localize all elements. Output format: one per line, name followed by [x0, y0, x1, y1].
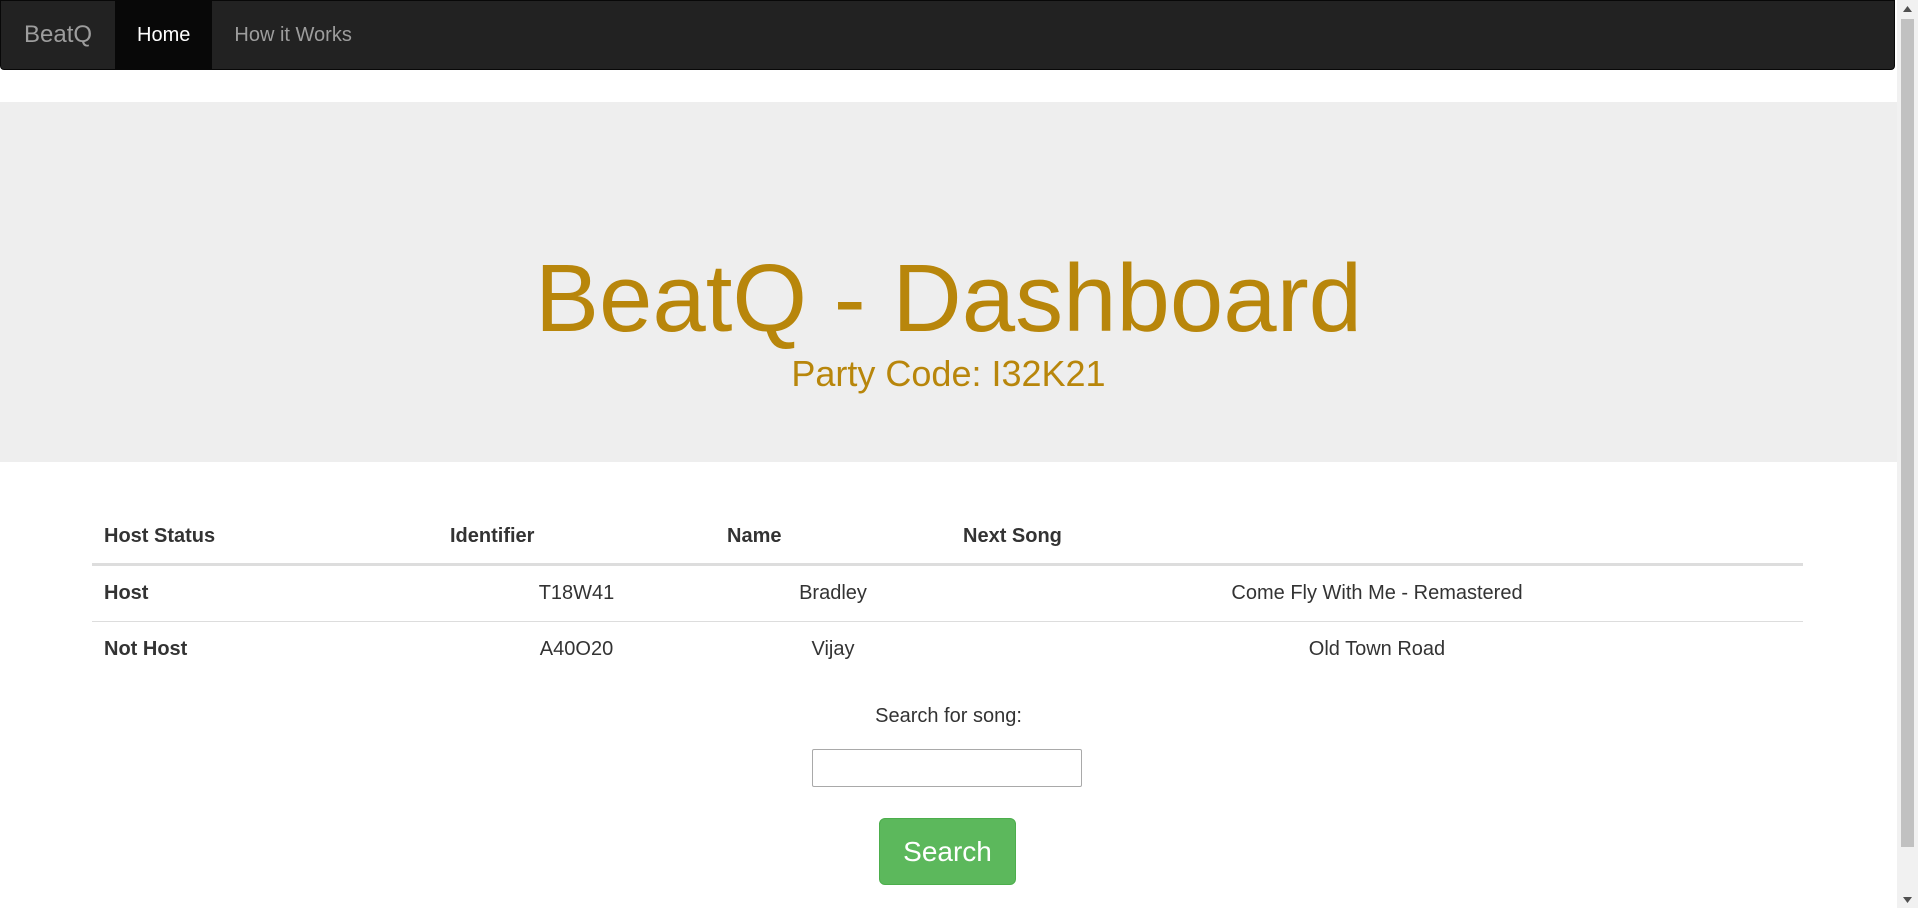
name-cell: Bradley: [715, 564, 951, 622]
host-status-cell: Not Host: [104, 638, 188, 660]
triangle-down-icon[interactable]: [1897, 891, 1918, 908]
column-header-name: Name: [715, 510, 951, 566]
column-header-next-song: Next Song: [951, 510, 1803, 566]
table-row: Host T18W41 Bradley Come Fly With Me - R…: [92, 564, 1803, 622]
table-header-row: Host Status Identifier Name Next Song: [92, 510, 1803, 566]
brand-link[interactable]: BeatQ: [1, 1, 115, 69]
song-search-input[interactable]: [812, 749, 1082, 787]
vertical-scrollbar[interactable]: [1897, 0, 1918, 908]
search-button[interactable]: Search: [879, 818, 1016, 885]
guests-table-container: Host Status Identifier Name Next Song Ho…: [92, 510, 1803, 677]
host-status-cell: Host: [92, 564, 438, 622]
identifier-cell: A40O20: [539, 638, 614, 660]
nav-item-home[interactable]: Home: [115, 1, 213, 69]
table-row: Not Host A40O20 Vijay Old Town Road: [92, 622, 1803, 678]
party-code: Party Code: I32K21: [791, 353, 1106, 394]
next-song-cell: Come Fly With Me - Remastered: [951, 564, 1803, 622]
next-song-cell: Old Town Road: [1308, 638, 1446, 660]
identifier-cell: T18W41: [438, 564, 715, 622]
guests-table: Host Status Identifier Name Next Song Ho…: [92, 510, 1803, 677]
nav-item-how-it-works[interactable]: How it Works: [212, 1, 373, 69]
scrollbar-thumb[interactable]: [1901, 19, 1914, 847]
dashboard-header: BeatQ - Dashboard Party Code: I32K21: [0, 102, 1897, 462]
name-cell: Vijay: [811, 638, 855, 660]
page-title: BeatQ - Dashboard: [534, 245, 1363, 352]
column-header-host-status: Host Status: [92, 510, 438, 566]
navbar: BeatQ Home How it Works: [0, 0, 1895, 70]
triangle-up-icon[interactable]: [1897, 0, 1918, 17]
page: BeatQ Home How it Works BeatQ - Dashboar…: [0, 0, 1897, 908]
search-label: Search for song:: [875, 705, 1022, 727]
column-header-identifier: Identifier: [438, 510, 715, 566]
